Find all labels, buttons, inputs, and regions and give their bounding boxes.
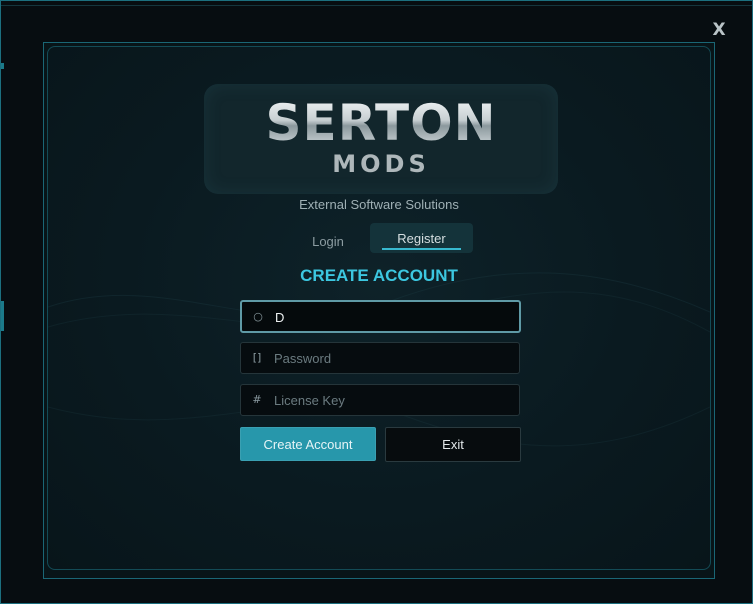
login-dialog: SERTON MODS External Software Solutions … — [43, 42, 715, 579]
tab-login[interactable]: Login — [288, 229, 368, 255]
page-title: CREATE ACCOUNT — [300, 266, 458, 285]
user-icon: ○ — [253, 310, 263, 323]
tab-register-label: Register — [397, 231, 446, 246]
logo-subtitle: MODS — [332, 150, 430, 178]
active-tab-indicator — [382, 248, 461, 250]
username-value: D — [275, 310, 285, 325]
license-key-field[interactable]: # License Key — [240, 384, 520, 416]
logo-title: SERTON — [204, 95, 558, 151]
key-icon: # — [252, 393, 262, 406]
app-window: X SERTON MODS External Software Solution… — [0, 0, 753, 604]
password-placeholder: Password — [274, 351, 332, 366]
license-key-placeholder: License Key — [274, 393, 345, 408]
edge-accent — [1, 301, 4, 331]
tagline: External Software Solutions — [299, 197, 459, 212]
password-field[interactable]: [] Password — [240, 342, 520, 374]
exit-button[interactable]: Exit — [385, 427, 521, 462]
edge-accent — [1, 63, 4, 69]
title-bar-divider — [1, 5, 752, 6]
close-button[interactable]: X — [709, 19, 729, 41]
create-account-button[interactable]: Create Account — [240, 427, 376, 461]
tab-register[interactable]: Register — [370, 223, 473, 253]
logo-panel: SERTON MODS — [204, 84, 558, 194]
lock-icon: [] — [252, 351, 262, 364]
username-field[interactable]: ○ D — [240, 300, 521, 333]
dialog-panel: SERTON MODS External Software Solutions … — [47, 46, 711, 570]
